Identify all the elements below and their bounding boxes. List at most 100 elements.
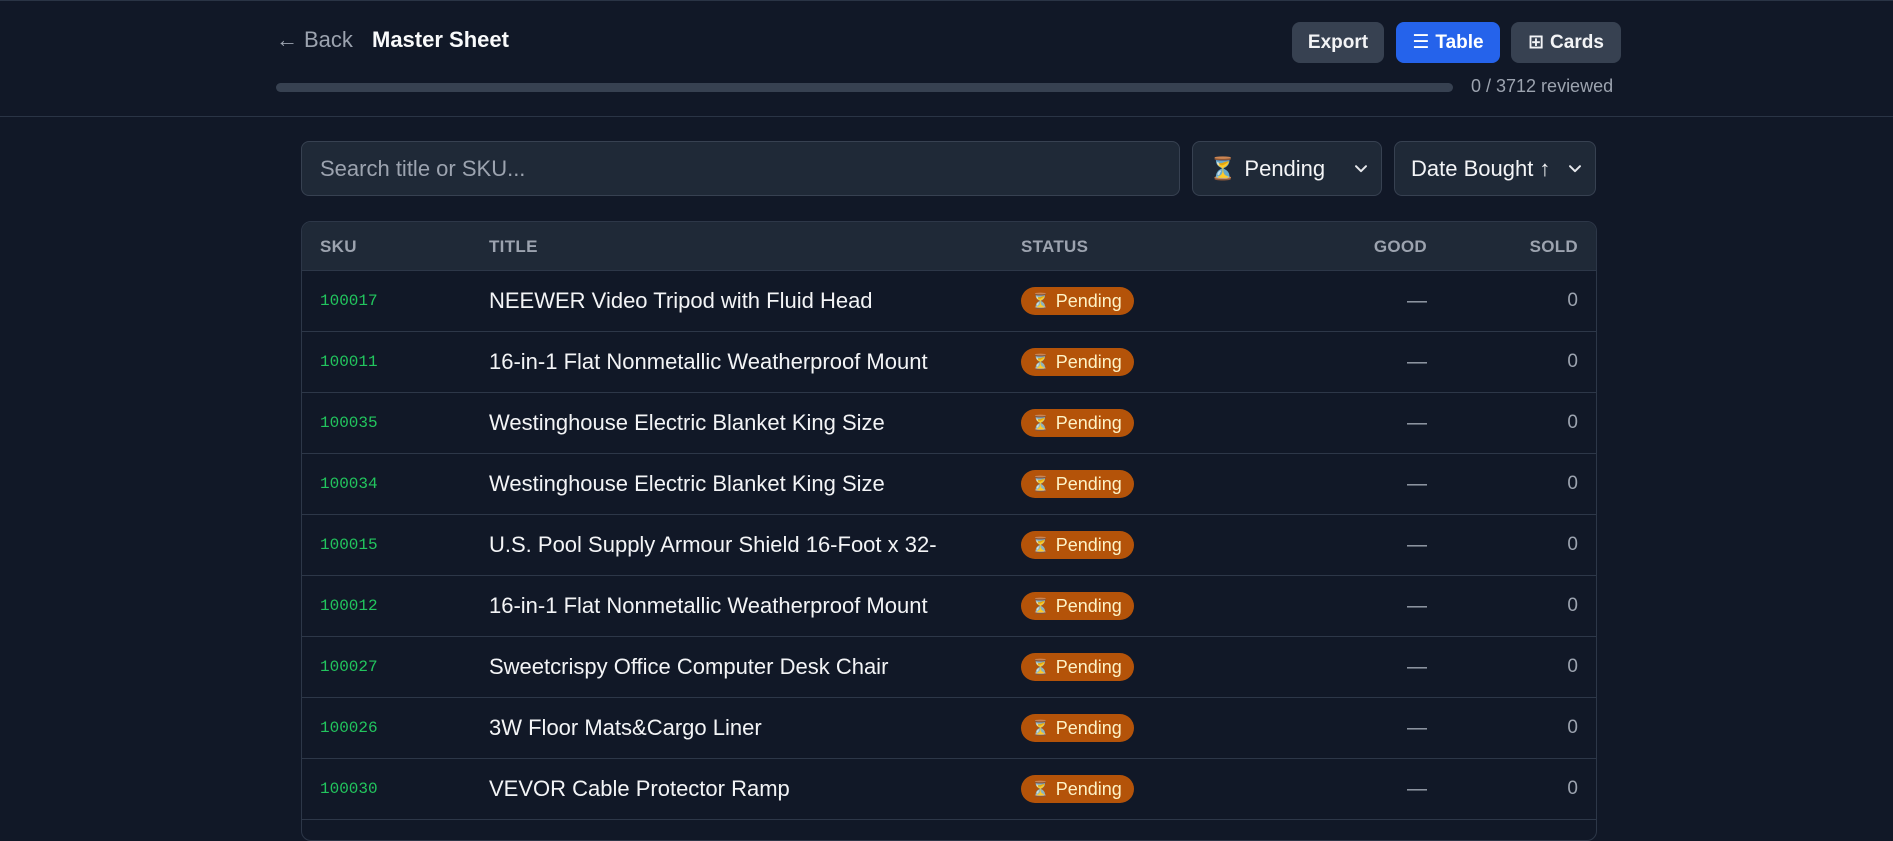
column-header-sold[interactable]: SOLD xyxy=(1530,237,1578,257)
sku-cell: 100035 xyxy=(320,414,378,432)
status-cell: ⏳ Pending xyxy=(1021,332,1134,392)
status-badge: ⏳ Pending xyxy=(1021,348,1134,376)
status-badge-label: Pending xyxy=(1055,473,1122,494)
status-badge: ⏳ Pending xyxy=(1021,409,1134,437)
good-cell: — xyxy=(1407,289,1427,312)
column-header-sku[interactable]: SKU xyxy=(320,237,357,257)
hourglass-icon: ⏳ xyxy=(1031,476,1050,493)
cards-view-button[interactable]: ⊞ Cards xyxy=(1511,22,1621,63)
good-cell: — xyxy=(1407,655,1427,678)
back-arrow-icon: ← xyxy=(276,27,298,52)
page-title: Master Sheet xyxy=(372,27,509,52)
title-cell: U.S. Pool Supply Armour Shield 16-Foot x… xyxy=(489,532,937,557)
table-row[interactable] xyxy=(302,820,1596,840)
table-row[interactable]: 100017 NEEWER Video Tripod with Fluid Hea… xyxy=(302,271,1596,332)
sku-cell: 100034 xyxy=(320,475,378,493)
status-cell: ⏳ Pending xyxy=(1021,454,1134,514)
back-link[interactable]: ← Back xyxy=(276,27,353,53)
chevron-down-icon xyxy=(1355,164,1367,172)
status-cell: ⏳ Pending xyxy=(1021,393,1134,453)
hourglass-icon: ⏳ xyxy=(1031,354,1050,371)
sold-cell: 0 xyxy=(1567,595,1578,616)
good-cell: — xyxy=(1407,472,1427,495)
top-bar: ← Back Master Sheet Export ☰ Table ⊞ Car… xyxy=(0,0,1893,117)
sku-cell: 100026 xyxy=(320,719,378,737)
status-filter-select[interactable]: ⏳ Pending xyxy=(1192,141,1382,196)
sold-cell: 0 xyxy=(1567,412,1578,433)
status-badge: ⏳ Pending xyxy=(1021,287,1134,315)
sku-cell: 100015 xyxy=(320,536,378,554)
export-button[interactable]: Export xyxy=(1292,22,1384,63)
status-cell: ⏳ Pending xyxy=(1021,271,1134,331)
hourglass-icon: ⏳ xyxy=(1031,598,1050,615)
status-badge-label: Pending xyxy=(1055,778,1122,799)
sort-select[interactable]: Date Bought ↑ xyxy=(1394,141,1596,196)
grid-icon: ⊞ xyxy=(1528,32,1545,53)
status-cell: ⏳ Pending xyxy=(1021,515,1134,575)
status-badge: ⏳ Pending xyxy=(1021,592,1134,620)
sort-value: Date Bought ↑ xyxy=(1411,155,1551,181)
sku-cell: 100011 xyxy=(320,353,378,371)
sold-cell: 0 xyxy=(1567,290,1578,311)
good-cell: — xyxy=(1407,716,1427,739)
sku-cell: 100012 xyxy=(320,597,378,615)
good-cell: — xyxy=(1407,411,1427,434)
status-badge-label: Pending xyxy=(1055,534,1122,555)
status-badge-label: Pending xyxy=(1055,595,1122,616)
hourglass-icon: ⏳ xyxy=(1031,659,1050,676)
hourglass-icon: ⏳ xyxy=(1031,415,1050,432)
status-filter-value: Pending xyxy=(1244,155,1326,181)
table-row[interactable]: 100030 VEVOR Cable Protector Ramp ⏳ Pending… xyxy=(302,759,1596,820)
sold-cell: 0 xyxy=(1567,351,1578,372)
status-cell: ⏳ Pending xyxy=(1021,576,1134,636)
table-row[interactable]: 100026 3W Floor Mats&Cargo Liner ⏳ Pending —… xyxy=(302,698,1596,759)
status-badge: ⏳ Pending xyxy=(1021,714,1134,742)
status-cell: ⏳ Pending xyxy=(1021,637,1134,697)
export-label: Export xyxy=(1307,31,1369,53)
column-header-good[interactable]: GOOD xyxy=(1374,237,1427,257)
good-cell: — xyxy=(1407,594,1427,617)
hourglass-icon: ⏳ xyxy=(1031,537,1050,554)
table-row[interactable]: 100035 Westinghouse Electric Blanket King… xyxy=(302,393,1596,454)
sold-cell: 0 xyxy=(1567,656,1578,677)
table-row[interactable]: 100015 U.S. Pool Supply Armour Shield 16-… xyxy=(302,515,1596,576)
table-row[interactable]: 100027 Sweetcrispy Office Computer Desk C… xyxy=(302,637,1596,698)
status-badge-label: Pending xyxy=(1055,412,1122,433)
column-header-title[interactable]: TITLE xyxy=(489,237,538,257)
title-cell: Sweetcrispy Office Computer Desk Chair xyxy=(489,654,889,679)
table-row[interactable]: 100012 16-in-1 Flat Nonmetallic Weatherpr… xyxy=(302,576,1596,637)
sku-cell: 100030 xyxy=(320,780,378,798)
hourglass-icon: ⏳ xyxy=(1031,781,1050,798)
cards-view-label: Cards xyxy=(1550,31,1604,53)
back-label: Back xyxy=(304,27,353,52)
title-cell: 3W Floor Mats&Cargo Liner xyxy=(489,715,762,740)
sku-cell: 100017 xyxy=(320,292,378,310)
hourglass-icon: ⏳ xyxy=(1031,720,1050,737)
table-view-label: Table xyxy=(1435,31,1484,53)
table-row[interactable]: 100034 Westinghouse Electric Blanket King… xyxy=(302,454,1596,515)
search-input[interactable] xyxy=(301,141,1180,196)
title-cell: NEEWER Video Tripod with Fluid Head xyxy=(489,288,873,313)
table-body: 100017 NEEWER Video Tripod with Fluid Hea… xyxy=(302,271,1596,840)
status-badge: ⏳ Pending xyxy=(1021,531,1134,559)
title-cell: Westinghouse Electric Blanket King Size xyxy=(489,471,885,496)
status-badge: ⏳ Pending xyxy=(1021,470,1134,498)
table-view-button[interactable]: ☰ Table xyxy=(1396,22,1500,63)
title-cell: Westinghouse Electric Blanket King Size xyxy=(489,410,885,435)
sold-cell: 0 xyxy=(1567,778,1578,799)
column-header-status[interactable]: STATUS xyxy=(1021,237,1088,257)
review-progress-text: 0 / 3712 reviewed xyxy=(1471,76,1614,96)
list-icon: ☰ xyxy=(1412,32,1430,53)
table-row[interactable]: 100011 16-in-1 Flat Nonmetallic Weatherpr… xyxy=(302,332,1596,393)
sold-cell: 0 xyxy=(1567,473,1578,494)
status-badge: ⏳ Pending xyxy=(1021,775,1134,803)
status-badge: ⏳ Pending xyxy=(1021,653,1134,681)
good-cell: — xyxy=(1407,777,1427,800)
title-cell: 16-in-1 Flat Nonmetallic Weatherproof Mo… xyxy=(489,593,928,618)
review-progress-bar xyxy=(276,83,1453,92)
table-header: SKU TITLE STATUS GOOD SOLD xyxy=(302,222,1596,271)
good-cell: — xyxy=(1407,350,1427,373)
sold-cell: 0 xyxy=(1567,717,1578,738)
chevron-down-icon xyxy=(1569,164,1581,172)
good-cell: — xyxy=(1407,533,1427,556)
